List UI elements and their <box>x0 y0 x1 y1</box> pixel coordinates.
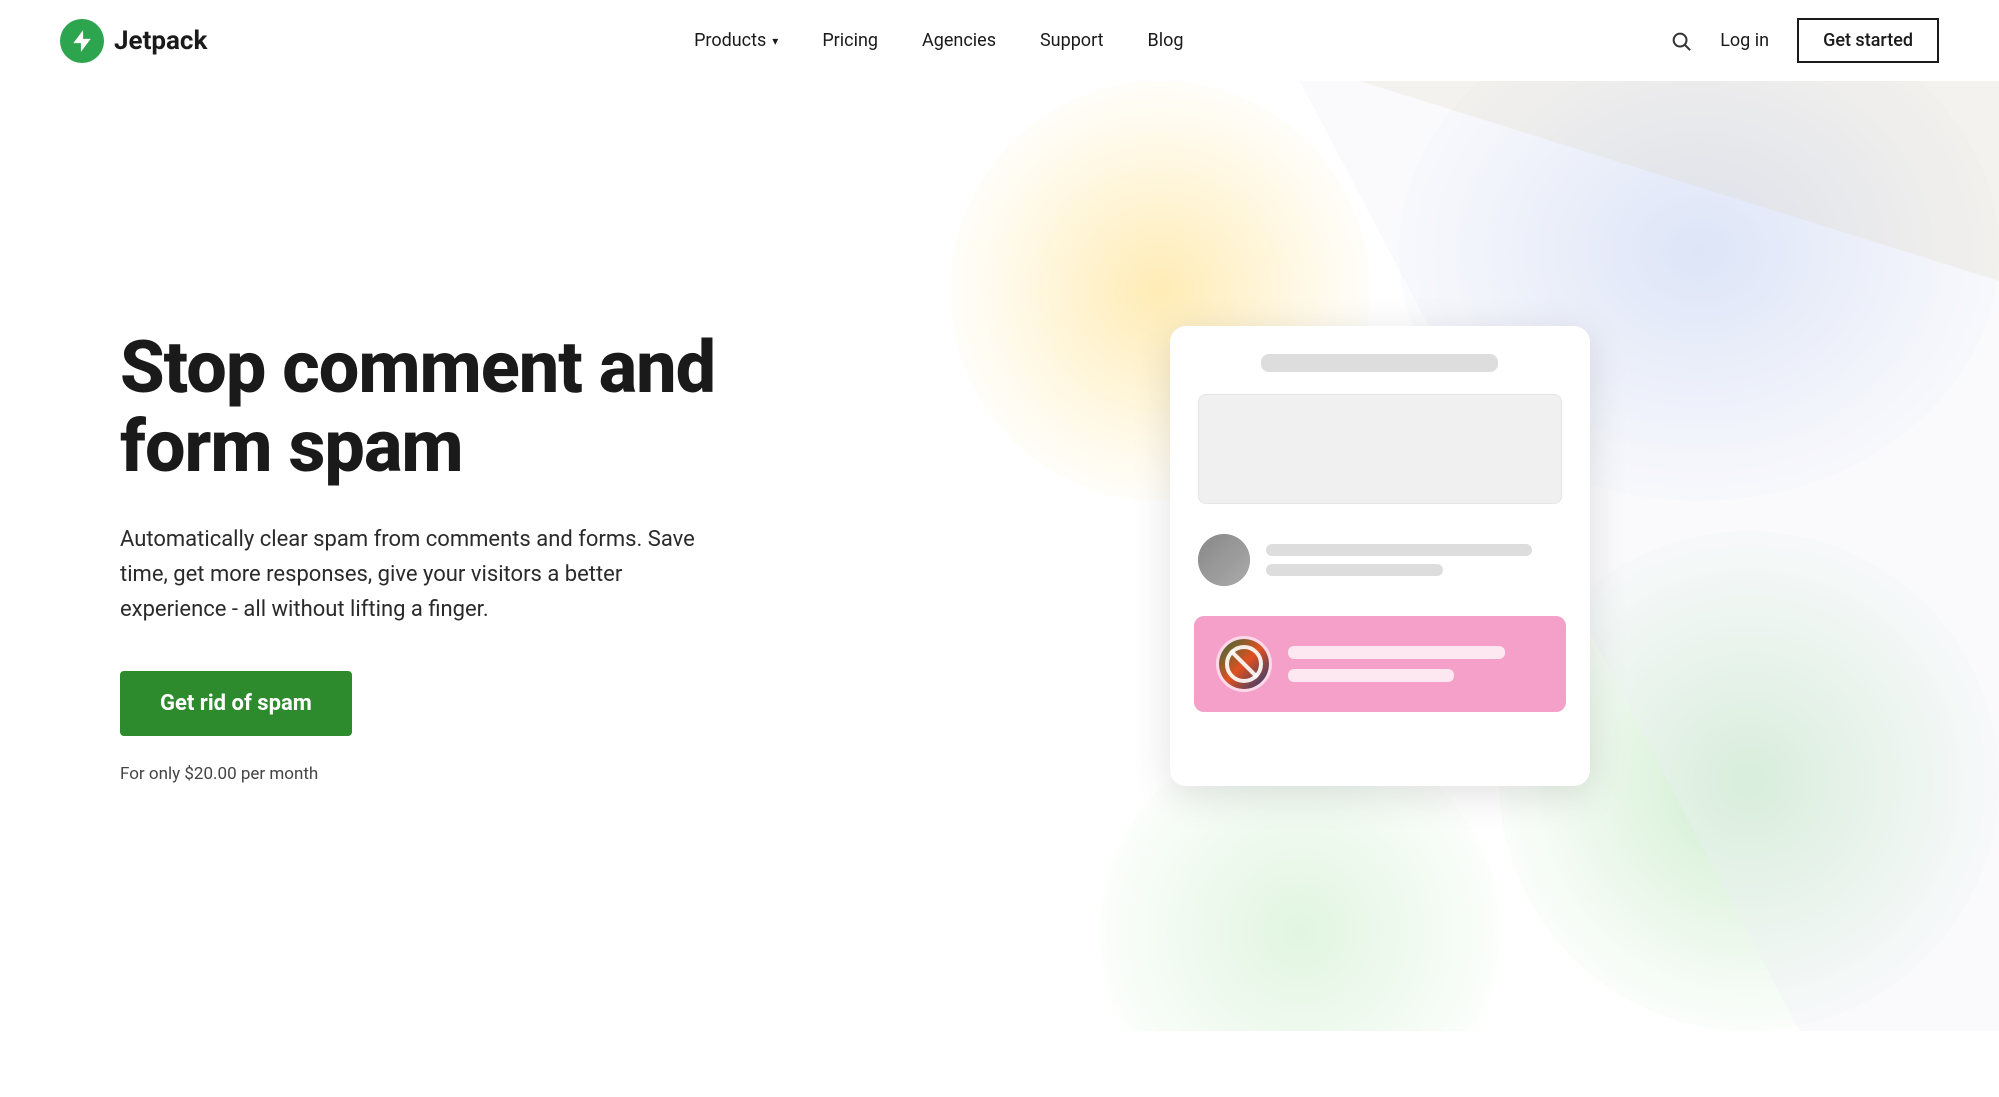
logo-icon <box>60 19 104 63</box>
header-actions: Log in Get started <box>1670 18 1939 63</box>
search-icon <box>1670 30 1692 52</box>
nav-blog[interactable]: Blog <box>1148 30 1184 51</box>
spam-line-1 <box>1288 646 1506 659</box>
chevron-down-icon: ▾ <box>772 34 778 48</box>
site-header: Jetpack Products ▾ Pricing Agencies Supp… <box>0 0 1999 81</box>
login-link[interactable]: Log in <box>1720 30 1769 51</box>
nav-agencies[interactable]: Agencies <box>922 30 996 51</box>
spam-avatar <box>1216 636 1272 692</box>
nav-products[interactable]: Products ▾ <box>694 30 778 51</box>
avatar-inner <box>1198 534 1250 586</box>
cta-button[interactable]: Get rid of spam <box>120 671 352 736</box>
card-image-placeholder <box>1198 394 1562 504</box>
comment-row-normal <box>1198 526 1562 594</box>
comment-line-1 <box>1266 544 1532 556</box>
comment-avatar <box>1198 534 1250 586</box>
card-top-bar <box>1261 354 1498 372</box>
ui-mockup-card <box>1170 326 1590 786</box>
main-nav: Products ▾ Pricing Agencies Support Blog <box>694 30 1183 51</box>
comment-lines <box>1266 544 1562 576</box>
nav-support[interactable]: Support <box>1040 30 1104 51</box>
logo-link[interactable]: Jetpack <box>60 19 207 63</box>
logo-text: Jetpack <box>114 26 207 56</box>
hero-title: Stop comment and form spam <box>120 328 720 486</box>
jetpack-bolt-icon <box>69 28 95 54</box>
hero-section: Stop comment and form spam Automatically… <box>0 81 1999 1031</box>
hero-description: Automatically clear spam from comments a… <box>120 522 720 628</box>
no-symbol-icon <box>1225 645 1263 683</box>
nav-pricing[interactable]: Pricing <box>822 30 878 51</box>
hero-content: Stop comment and form spam Automatically… <box>0 248 800 865</box>
search-button[interactable] <box>1670 30 1692 52</box>
comment-line-2 <box>1266 564 1444 576</box>
spam-comment-row <box>1194 616 1566 712</box>
spam-line-2 <box>1288 669 1454 682</box>
spam-lines <box>1288 646 1544 682</box>
hero-illustration <box>800 266 1999 846</box>
price-note: For only $20.00 per month <box>120 764 720 784</box>
get-started-button[interactable]: Get started <box>1797 18 1939 63</box>
